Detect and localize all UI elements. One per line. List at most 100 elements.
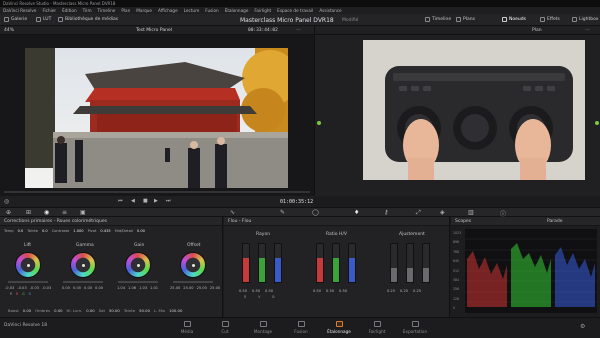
key-icon[interactable]: ⚷ xyxy=(384,209,388,216)
lift-b[interactable]: -0.03 xyxy=(42,286,51,290)
lift-wheel[interactable] xyxy=(15,252,41,278)
radius-red-slider[interactable] xyxy=(242,243,250,283)
page-tab-color[interactable]: Étalonnage xyxy=(319,321,359,334)
window-icon[interactable]: ◯ xyxy=(312,209,319,216)
scopes-toggle-icon[interactable]: ▥ xyxy=(468,209,474,216)
ratio-blue-slider[interactable] xyxy=(348,243,356,283)
media-library-button[interactable]: Bibliothèque de médias xyxy=(58,17,118,22)
timeline-toggle[interactable]: Timeline xyxy=(425,17,451,22)
menu-item-trim[interactable]: Trim xyxy=(83,7,92,14)
contrast-value[interactable]: 1.000 xyxy=(73,229,83,233)
adjust-b-value[interactable]: 0.25 xyxy=(413,289,421,293)
nodes-toggle[interactable]: Noeuds xyxy=(502,17,526,22)
adjustment-values[interactable]: 0.25 0.25 0.25 xyxy=(387,289,421,293)
menu-item-edition[interactable]: Édition xyxy=(62,7,77,14)
adjust-blue-slider[interactable] xyxy=(422,243,430,283)
offset-r[interactable]: 25.00 xyxy=(183,286,193,290)
adjust-green-slider[interactable] xyxy=(406,243,414,283)
offset-wheel[interactable] xyxy=(180,252,206,278)
lift-r[interactable]: -0.03 xyxy=(17,286,26,290)
menu-item-workspace[interactable]: Espace de travail xyxy=(277,7,313,14)
gallery-button[interactable]: Galerie xyxy=(4,17,27,22)
page-tab-edit[interactable]: Montage xyxy=(243,321,283,334)
ratio-red-slider[interactable] xyxy=(316,243,324,283)
play-reverse-icon[interactable]: ◀ xyxy=(131,198,135,204)
color-match-icon[interactable]: ⊞ xyxy=(26,209,31,216)
gamma-master-slider[interactable] xyxy=(63,281,103,283)
3d-icon[interactable]: ◈ xyxy=(440,209,445,216)
color-wheels-icon[interactable]: ◉ xyxy=(44,209,49,216)
adjust-red-slider[interactable] xyxy=(390,243,398,283)
menu-item-assistance[interactable]: Assistance xyxy=(319,7,341,14)
gamma-values[interactable]: 0.00 0.00 0.00 0.00 xyxy=(62,286,103,290)
clips-toggle[interactable]: Plans xyxy=(456,17,475,22)
page-tab-fairlight[interactable]: Fairlight xyxy=(357,321,397,334)
scrub-bar[interactable] xyxy=(4,191,310,193)
gamma-b[interactable]: 0.00 xyxy=(95,286,103,290)
shadows-value[interactable]: 0.00 xyxy=(54,308,62,313)
node-options-icon[interactable]: ⋯ xyxy=(585,27,590,33)
blur-icon[interactable]: ♦ xyxy=(354,209,359,216)
lut-button[interactable]: LUT xyxy=(36,17,51,22)
tint-value[interactable]: 0.0 xyxy=(42,229,48,233)
rgb-mixer-icon[interactable]: ≡ xyxy=(62,209,67,216)
adjust-g-value[interactable]: 0.25 xyxy=(400,289,408,293)
page-tab-cut[interactable]: Cut xyxy=(205,321,245,334)
menu-item-fusion[interactable]: Fusion xyxy=(205,7,218,14)
adjust-r-value[interactable]: 0.25 xyxy=(387,289,395,293)
skip-forward-icon[interactable]: ⏭ xyxy=(166,198,171,204)
radius-b-value[interactable]: 0.50 xyxy=(265,289,273,293)
lift-master-slider[interactable] xyxy=(8,281,48,283)
offset-values[interactable]: 25.00 25.00 25.00 25.00 xyxy=(170,286,220,290)
input-node-dot[interactable] xyxy=(317,121,321,125)
gamma-wheel[interactable] xyxy=(70,252,96,278)
menu-item-davinci[interactable]: DaVinci Resolve xyxy=(3,7,36,14)
gain-b[interactable]: 1.01 xyxy=(150,286,158,290)
scope-mode-select[interactable]: Parade xyxy=(547,217,563,226)
radius-r-value[interactable]: 0.50 xyxy=(239,289,247,293)
gain-wheel[interactable] xyxy=(125,252,151,278)
lift-g[interactable]: -0.03 xyxy=(30,286,39,290)
curves-icon[interactable]: ∿ xyxy=(230,209,235,216)
lift-y[interactable]: -0.03 xyxy=(5,286,14,290)
radius-g-value[interactable]: 0.50 xyxy=(252,289,260,293)
offset-b[interactable]: 25.00 xyxy=(210,286,220,290)
ratio-b-value[interactable]: 0.50 xyxy=(339,289,347,293)
menu-item-affichage[interactable]: Affichage xyxy=(158,7,178,14)
settings-icon[interactable]: ⚙ xyxy=(580,323,585,330)
gain-values[interactable]: 1.04 1.06 1.03 1.01 xyxy=(117,286,158,290)
loop-icon[interactable]: ◎ xyxy=(4,198,9,205)
temp-value[interactable]: 0.0 xyxy=(18,229,24,233)
viewer-zoom[interactable]: 44% xyxy=(4,28,14,33)
page-tab-media[interactable]: Média xyxy=(167,321,207,334)
skip-back-icon[interactable]: ⏮ xyxy=(118,198,123,204)
menu-item-lecture[interactable]: Lecture xyxy=(184,7,200,14)
menu-item-plan[interactable]: Plan xyxy=(121,7,130,14)
gain-master-slider[interactable] xyxy=(118,281,158,283)
motion-effects-icon[interactable]: ▣ xyxy=(80,209,86,216)
highlights-value[interactable]: 0.00 xyxy=(86,308,94,313)
viewer-options-icon[interactable]: ⋯ xyxy=(296,27,301,33)
node-panel-title[interactable]: Plan xyxy=(532,28,542,33)
boost-value[interactable]: 0.00 xyxy=(23,308,31,313)
play-icon[interactable]: ▶ xyxy=(154,198,158,204)
stop-icon[interactable]: ■ xyxy=(143,198,148,204)
lum-mix-value[interactable]: 100.00 xyxy=(169,308,182,313)
lightbox-toggle[interactable]: Lightbox xyxy=(572,17,598,22)
offset-g[interactable]: 25.00 xyxy=(197,286,207,290)
sizing-icon[interactable]: ⤢ xyxy=(416,209,421,217)
effects-toggle[interactable]: Effets xyxy=(540,17,560,22)
qualifier-icon[interactable]: ✎ xyxy=(280,209,285,216)
pivot-value[interactable]: 0.435 xyxy=(100,229,110,233)
mid-detail-value[interactable]: 0.00 xyxy=(137,229,145,233)
offset-master-slider[interactable] xyxy=(173,281,213,283)
gamma-y[interactable]: 0.00 xyxy=(62,286,70,290)
menu-item-fichier[interactable]: Fichier xyxy=(42,7,56,14)
gain-r[interactable]: 1.06 xyxy=(128,286,136,290)
gain-g[interactable]: 1.03 xyxy=(139,286,147,290)
radius-values[interactable]: 0.50 0.50 0.50 xyxy=(239,289,273,293)
lift-values[interactable]: -0.03 -0.03 -0.03 -0.03 xyxy=(5,286,51,290)
page-tab-fusion[interactable]: Fusion xyxy=(281,321,321,334)
radius-green-slider[interactable] xyxy=(258,243,266,283)
gamma-g[interactable]: 0.00 xyxy=(84,286,92,290)
